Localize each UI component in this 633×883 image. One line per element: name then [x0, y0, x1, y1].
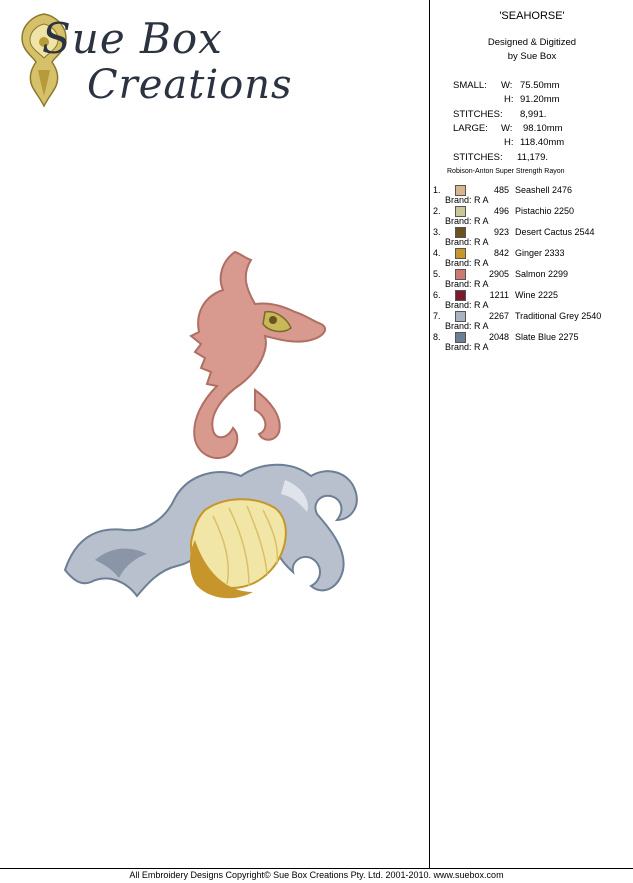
- large-size-label: LARGE:: [453, 123, 488, 134]
- design-sheet: Sue Box Creations 'SEAHORSE' Designed & …: [0, 0, 633, 883]
- thread-number: 5.: [433, 269, 441, 279]
- thread-name: Pistachio 2250: [515, 206, 575, 216]
- footer-divider: [0, 868, 633, 869]
- thread-code: 923: [493, 227, 509, 237]
- thread-row: 8. 2048 Slate Blue 2275 Brand: R A: [431, 332, 633, 353]
- thread-number: 2.: [433, 206, 441, 216]
- copyright-footer: All Embroidery Designs Copyright© Sue Bo…: [129, 870, 504, 880]
- panel-divider: [429, 0, 430, 868]
- small-height-value: 91.20mm: [520, 94, 560, 105]
- thread-row: 7. 2267 Traditional Grey 2540 Brand: R A: [431, 311, 633, 332]
- thread-code: 496: [493, 206, 509, 216]
- large-height-value: 118.40mm: [520, 137, 565, 148]
- thread-number: 6.: [433, 290, 441, 300]
- logo-name-line1: Sue Box: [42, 14, 223, 63]
- thread-name: Traditional Grey 2540: [515, 311, 602, 321]
- thread-brand: Brand: R A: [445, 300, 489, 310]
- thread-brand: Brand: R A: [445, 342, 489, 352]
- thread-brand: Brand: R A: [445, 321, 489, 331]
- thread-name: Slate Blue 2275: [515, 332, 579, 342]
- thread-name: Desert Cactus 2544: [515, 227, 595, 237]
- large-stitches-label: STITCHES:: [453, 152, 503, 163]
- thread-brand: Brand: R A: [445, 237, 489, 247]
- design-title: 'SEAHORSE': [499, 10, 565, 22]
- thread-brand: Brand: R A: [445, 195, 489, 205]
- thread-number: 7.: [433, 311, 441, 321]
- brand-logo: Sue Box Creations: [12, 8, 291, 118]
- small-stitches-value: 8,991.: [520, 109, 547, 120]
- thread-name: Ginger 2333: [515, 248, 565, 258]
- thread-brand: Brand: R A: [445, 258, 489, 268]
- thread-brand-note: Robison-Anton Super Strength Rayon: [447, 168, 565, 175]
- thread-code: 485: [493, 185, 509, 195]
- thread-number: 1.: [433, 185, 441, 195]
- thread-row: 4. 842 Ginger 2333 Brand: R A: [431, 248, 633, 269]
- thread-code: 1211: [489, 290, 509, 300]
- thread-code: 842: [493, 248, 509, 258]
- thread-code: 2267: [488, 311, 509, 321]
- small-size-label: SMALL:: [453, 80, 487, 91]
- thread-code: 2905: [488, 269, 509, 279]
- designed-by-line1: Designed & Digitized: [487, 37, 577, 48]
- thread-brand: Brand: R A: [445, 279, 489, 289]
- designed-by-line2: by Sue Box: [507, 51, 557, 62]
- small-width-label: W:: [501, 80, 513, 91]
- small-height-label: H:: [504, 94, 514, 105]
- large-width-value: 98.10mm: [523, 123, 563, 134]
- large-stitches-value: 11,179.: [517, 152, 548, 163]
- thread-name: Salmon 2299: [515, 269, 569, 279]
- small-stitches-label: STITCHES:: [453, 109, 503, 120]
- thread-code: 2048: [488, 332, 509, 342]
- small-width-value: 75.50mm: [520, 80, 560, 91]
- thread-row: 2. 496 Pistachio 2250 Brand: R A: [431, 206, 633, 227]
- thread-row: 5. 2905 Salmon 2299 Brand: R A: [431, 269, 633, 290]
- thread-number: 8.: [433, 332, 441, 342]
- thread-row: 1. 485 Seashell 2476 Brand: R A: [431, 185, 633, 206]
- thread-name: Wine 2225: [515, 290, 559, 300]
- thread-row: 6. 1211 Wine 2225 Brand: R A: [431, 290, 633, 311]
- thread-row: 3. 923 Desert Cactus 2544 Brand: R A: [431, 227, 633, 248]
- thread-number: 3.: [433, 227, 441, 237]
- thread-brand: Brand: R A: [445, 216, 489, 226]
- large-width-label: W:: [501, 123, 513, 134]
- thread-name: Seashell 2476: [515, 185, 573, 195]
- thread-number: 4.: [433, 248, 441, 258]
- logo-name-line2: Creations: [87, 62, 293, 108]
- large-height-label: H:: [504, 137, 514, 148]
- seahorse-embroidery-image: [63, 250, 358, 599]
